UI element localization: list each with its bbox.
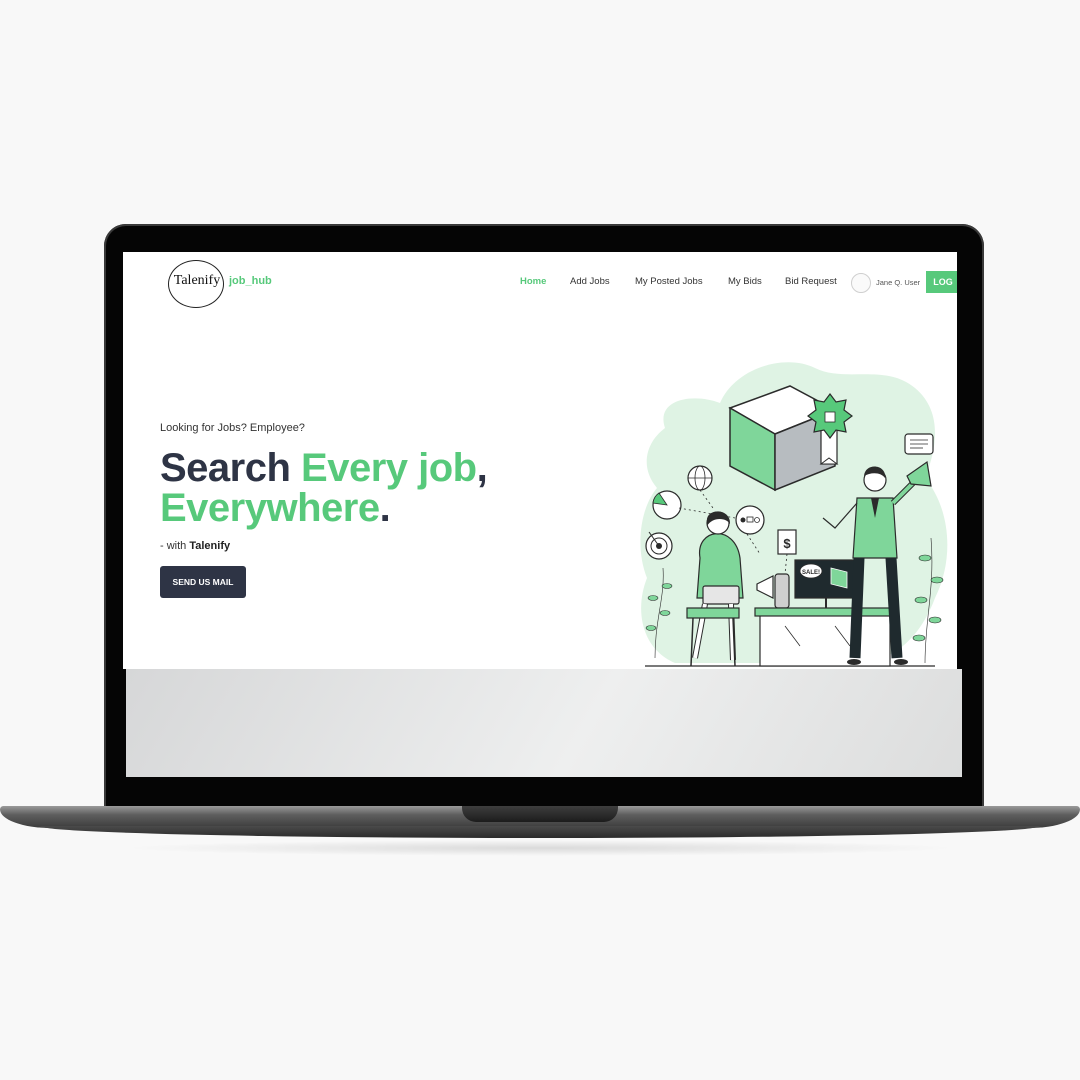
globe-icon (687, 465, 713, 491)
with-brand: Talenify (189, 540, 231, 552)
hero-subtitle: Looking for Jobs? Employee? (160, 422, 305, 434)
login-button[interactable]: LOG (926, 271, 957, 293)
hero-title-comma: , (476, 446, 488, 490)
laptop-shadow (120, 840, 960, 856)
laptop-notch (462, 806, 618, 822)
target-icon (645, 531, 673, 560)
nav-bid-request[interactable]: Bid Request (785, 276, 837, 287)
nav-my-bids[interactable]: My Bids (728, 276, 762, 287)
chat-bubble-icon (904, 433, 934, 455)
svg-text:$: $ (783, 536, 791, 551)
send-us-mail-button[interactable]: SEND US MAIL (160, 566, 246, 598)
with-prefix: - with (160, 540, 190, 552)
price-tag-icon: $ (777, 529, 797, 555)
hero-title-every-job: Every job (301, 446, 477, 490)
hero-title-search: Search (160, 446, 302, 490)
main-nav: Home Add Jobs My Posted Jobs My Bids Bid… (123, 276, 957, 292)
user-name: Jane Q. User (876, 278, 921, 287)
user-avatar[interactable] (851, 273, 871, 293)
social-icons-bubble (735, 505, 765, 535)
sale-tag: SALE! (802, 570, 820, 576)
nav-add-jobs[interactable]: Add Jobs (570, 276, 610, 287)
nav-home[interactable]: Home (520, 276, 546, 287)
hero-title-period: . (379, 486, 391, 530)
website-screen: Talenify job_hub Home Add Jobs My Posted… (123, 252, 957, 669)
screen-lower-area (126, 669, 962, 777)
hero-title-everywhere: Everywhere (160, 486, 380, 530)
hero-illustration: $ SALE! (640, 362, 948, 667)
hero-title: Search Every job, Everywhere. (160, 446, 488, 530)
hero-with-line: - with Talenify (160, 540, 230, 552)
pie-chart-icon (652, 490, 682, 520)
laptop-base-lip (40, 826, 1040, 838)
nav-my-posted-jobs[interactable]: My Posted Jobs (635, 276, 703, 287)
